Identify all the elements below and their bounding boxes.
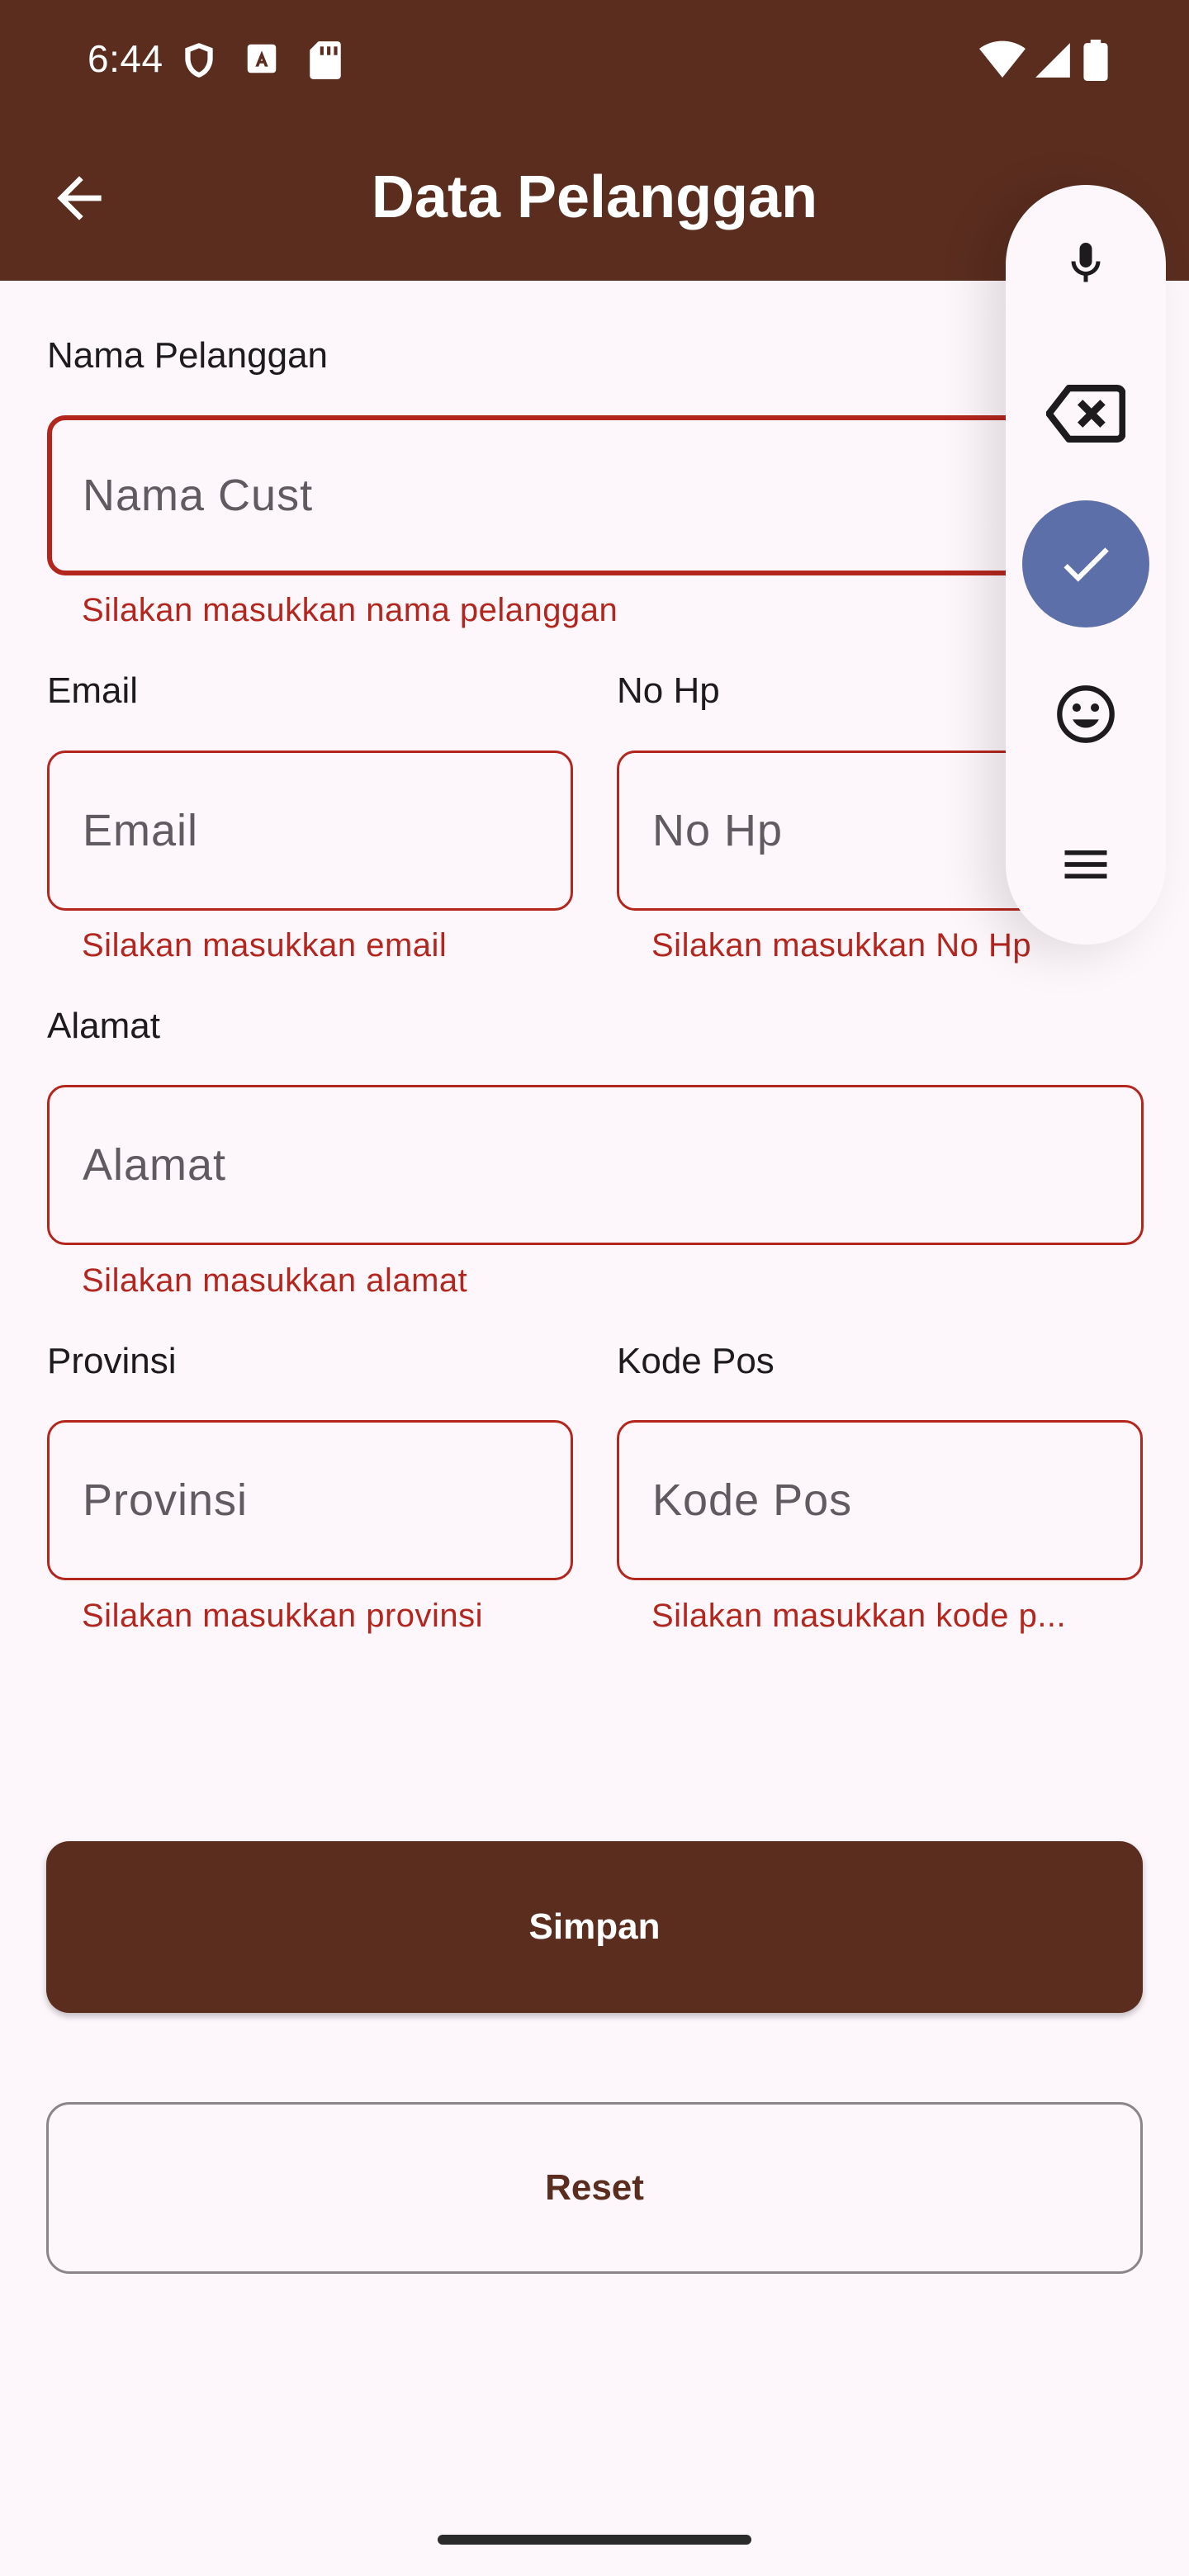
alamat-error: Silakan masukkan alamat xyxy=(82,1262,468,1299)
no-hp-label: No Hp xyxy=(617,670,720,711)
sd-card-icon xyxy=(307,40,343,85)
alamat-input[interactable]: Alamat xyxy=(47,1085,1144,1245)
provinsi-input[interactable]: Provinsi xyxy=(47,1420,573,1580)
status-bar: 6:44 xyxy=(0,0,1189,116)
save-button[interactable]: Simpan xyxy=(46,1841,1143,2013)
no-hp-error: Silakan masukkan No Hp xyxy=(651,927,1032,964)
cell-signal-icon xyxy=(1032,40,1073,85)
emoji-icon[interactable] xyxy=(1006,652,1166,776)
kode-pos-input[interactable]: Kode Pos xyxy=(617,1420,1143,1580)
email-input[interactable]: Email xyxy=(47,751,573,911)
wifi-icon xyxy=(979,40,1026,85)
shield-icon xyxy=(178,40,220,85)
backspace-icon[interactable] xyxy=(1006,352,1166,476)
provinsi-placeholder: Provinsi xyxy=(83,1475,249,1525)
nama-pelanggan-error: Silakan masukkan nama pelanggan xyxy=(82,592,618,628)
reset-button[interactable]: Reset xyxy=(46,2102,1143,2274)
keyboard-toolbar xyxy=(1006,185,1166,945)
email-error: Silakan masukkan email xyxy=(82,927,448,964)
mic-icon[interactable] xyxy=(1006,201,1166,325)
kode-pos-error: Silakan masukkan kode p... xyxy=(651,1598,1067,1634)
home-indicator[interactable] xyxy=(438,2535,751,2545)
alamat-placeholder: Alamat xyxy=(83,1140,227,1190)
email-label: Email xyxy=(47,670,139,711)
check-icon[interactable] xyxy=(1022,500,1149,627)
email-placeholder: Email xyxy=(83,806,199,855)
nama-pelanggan-input[interactable]: Nama Cust xyxy=(47,415,1144,575)
kode-pos-label: Kode Pos xyxy=(617,1341,775,1381)
alamat-label: Alamat xyxy=(47,1006,160,1046)
kode-pos-placeholder: Kode Pos xyxy=(652,1475,853,1525)
no-hp-placeholder: No Hp xyxy=(652,806,784,855)
provinsi-error: Silakan masukkan provinsi xyxy=(82,1598,484,1634)
menu-icon[interactable] xyxy=(1006,803,1166,926)
text-a-icon xyxy=(243,40,281,82)
status-time: 6:44 xyxy=(88,37,163,80)
provinsi-label: Provinsi xyxy=(47,1341,177,1381)
battery-icon xyxy=(1083,40,1108,85)
nama-pelanggan-placeholder: Nama Cust xyxy=(83,471,314,520)
nama-pelanggan-label: Nama Pelanggan xyxy=(47,335,329,376)
